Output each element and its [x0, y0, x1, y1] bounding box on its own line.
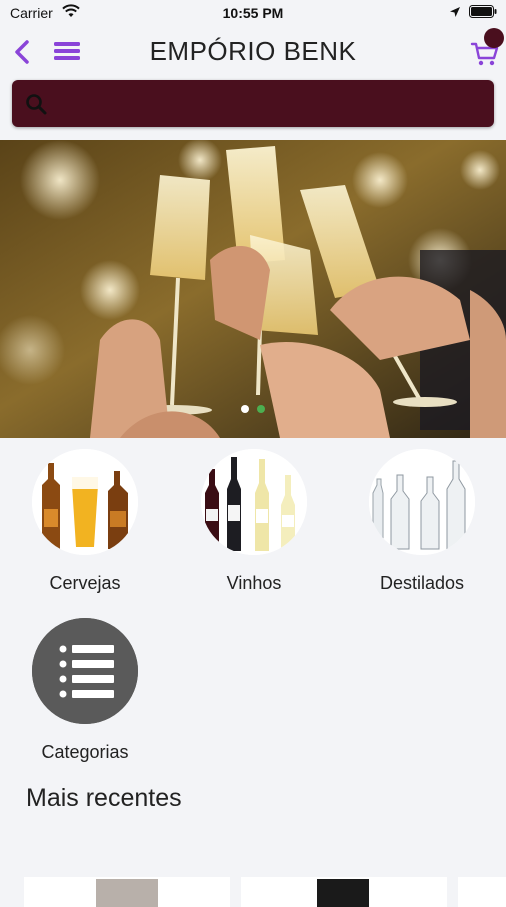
battery-icon — [469, 5, 497, 18]
banner-carousel[interactable] — [0, 140, 506, 438]
category-cervejas[interactable]: Cervejas — [15, 449, 155, 594]
wine-bottles-image — [201, 449, 307, 555]
champagne-toast-image — [0, 140, 506, 438]
category-label: Cervejas — [49, 573, 121, 593]
location-arrow-icon — [450, 7, 460, 17]
search-bar[interactable] — [12, 80, 494, 127]
section-title-recent: Mais recentes — [26, 784, 182, 812]
category-vinhos[interactable]: Vinhos — [184, 449, 324, 594]
clock: 10:55 PM — [222, 5, 284, 21]
category-label: Categorias — [41, 742, 129, 762]
cart-count-badge — [484, 28, 504, 48]
category-label: Vinhos — [226, 573, 282, 593]
category-label: Destilados — [379, 573, 465, 593]
carousel-dot[interactable] — [241, 405, 249, 413]
product-card[interactable] — [24, 877, 230, 907]
search-icon — [26, 94, 47, 115]
status-bar: Carrier 10:55 PM — [0, 0, 506, 26]
product-image — [317, 879, 369, 907]
spirits-bottles-image — [369, 449, 475, 555]
carousel-dot-active[interactable] — [257, 405, 265, 413]
product-card[interactable] — [458, 877, 506, 907]
category-destilados[interactable]: Destilados — [352, 449, 492, 594]
category-categorias[interactable]: Categorias — [15, 618, 155, 763]
product-card[interactable] — [241, 877, 447, 907]
app-title: EMPÓRIO BENK — [149, 36, 357, 66]
product-image — [96, 879, 158, 907]
nav-bar: EMPÓRIO BENK — [0, 26, 506, 78]
search-input[interactable] — [58, 88, 482, 120]
beer-bottles-image — [32, 449, 138, 555]
list-icon — [32, 618, 138, 724]
